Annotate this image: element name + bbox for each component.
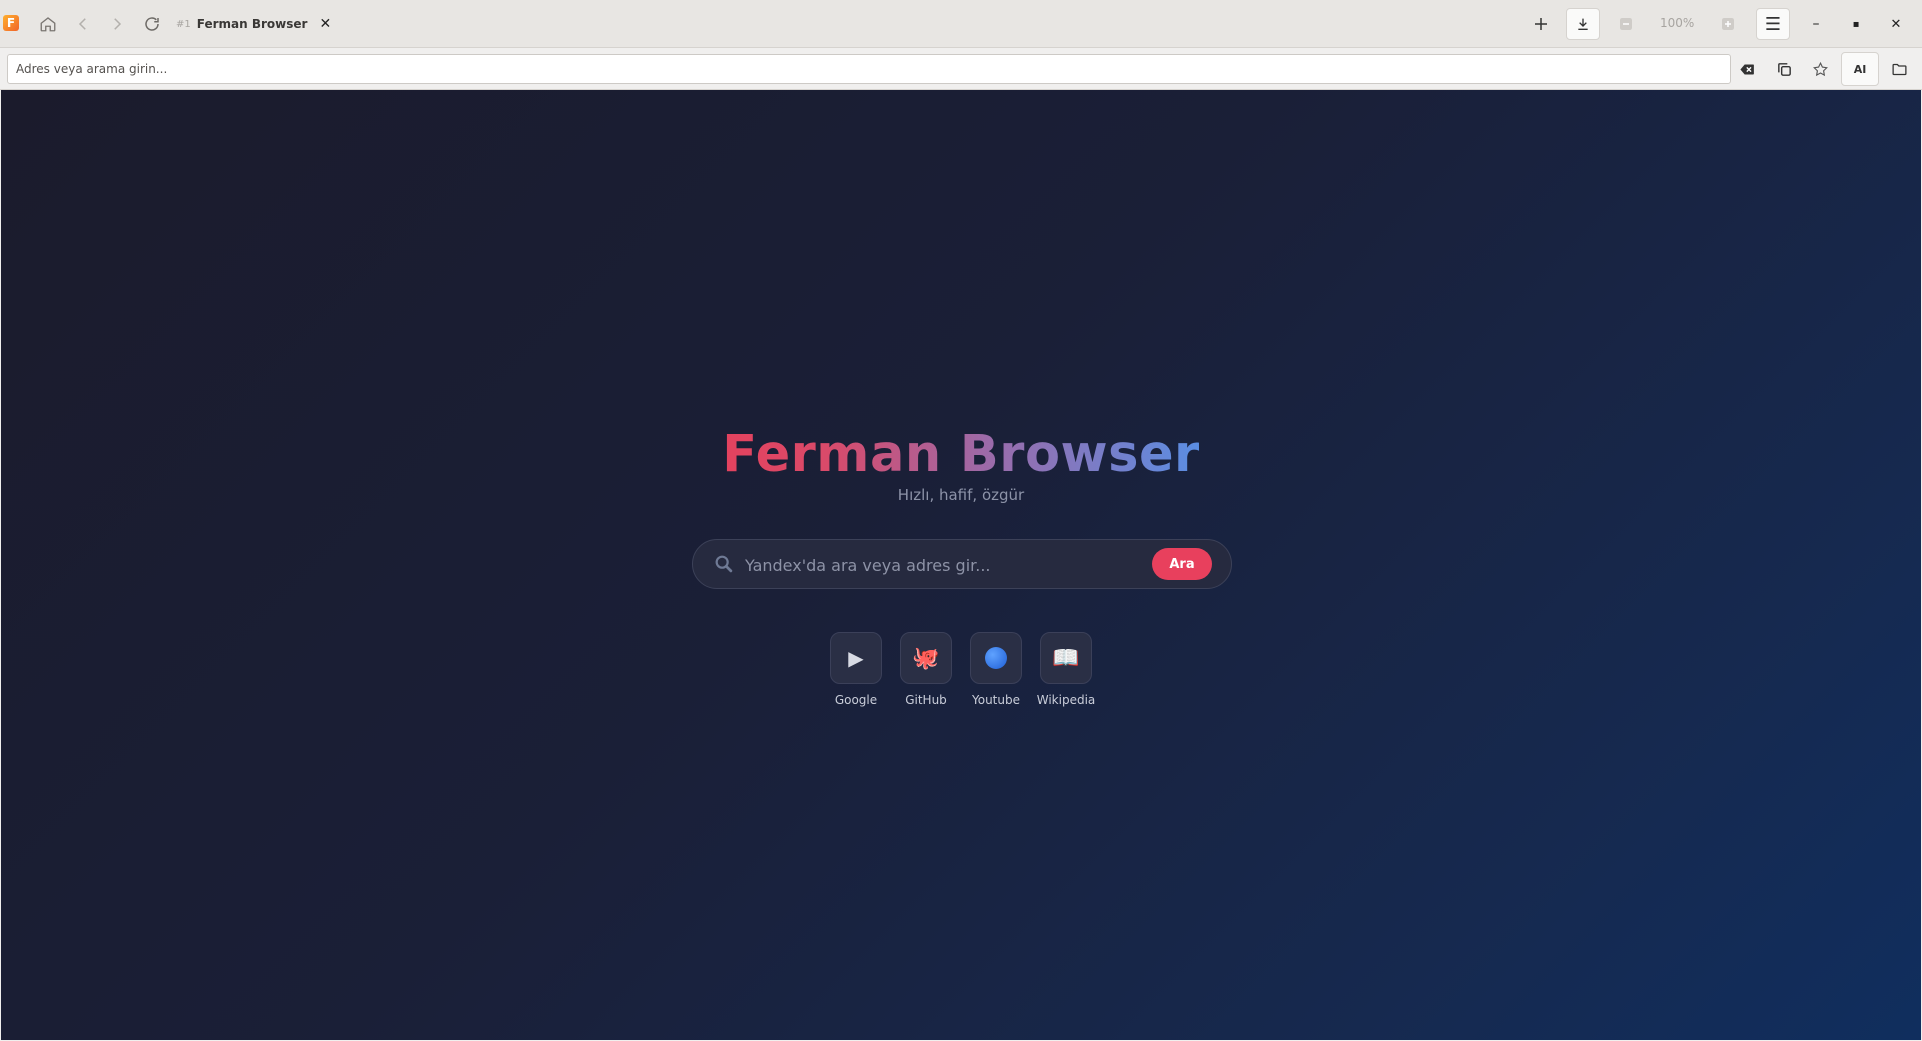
page-title: Ferman Browser (1, 425, 1921, 484)
search-icon (715, 555, 733, 573)
tab-title: Ferman Browser (196, 17, 308, 31)
zoom-out-button[interactable] (1612, 10, 1640, 38)
address-input[interactable] (7, 54, 1731, 84)
star-icon (1812, 61, 1828, 76)
quick-link-label: Google (834, 693, 878, 707)
copy-url-button[interactable] (1769, 54, 1799, 84)
quick-link-github[interactable]: 🐙 GitHub (891, 632, 961, 707)
plus-icon (1535, 18, 1547, 30)
zoom-in-icon (1722, 18, 1734, 30)
download-icon (1578, 18, 1588, 30)
page-subtitle: Hızlı, hafif, özgür (897, 486, 1025, 504)
bookmark-button[interactable] (1805, 54, 1835, 84)
start-page: Ferman Browser Hızlı, hafif, özgür Ara ▶… (1, 90, 1921, 1040)
quick-link-label: GitHub (905, 693, 947, 707)
book-icon: 📖 (1040, 632, 1092, 684)
downloads-button[interactable] (1566, 8, 1600, 40)
forward-button[interactable] (103, 10, 131, 38)
back-button[interactable] (69, 10, 97, 38)
open-folder-button[interactable] (1884, 54, 1914, 84)
search-input[interactable] (745, 550, 1135, 580)
minimize-button[interactable]: – (1802, 10, 1830, 38)
browser-window: F #1 Ferman Browser ✕ 100% ☰ – ▪ ✕ Adres… (0, 0, 1922, 1041)
new-tab-button[interactable] (1527, 10, 1555, 38)
play-icon: ▶ (830, 632, 882, 684)
maximize-button[interactable]: ▪ (1842, 10, 1870, 38)
quick-link-youtube[interactable]: 🔵 Youtube (961, 632, 1031, 707)
tab-index: #1 (176, 18, 191, 30)
zoom-in-button[interactable] (1714, 10, 1742, 38)
ai-button[interactable]: AI (1841, 52, 1879, 86)
chevron-right-icon (114, 18, 122, 30)
quick-link-wikipedia[interactable]: 📖 Wikipedia (1031, 632, 1101, 707)
maximize-icon: ▪ (1852, 18, 1860, 30)
address-row (0, 48, 1922, 90)
search-button[interactable]: Ara (1152, 548, 1212, 580)
home-button[interactable] (34, 10, 62, 38)
blue-circle-icon: 🔵 (970, 632, 1022, 684)
menu-button[interactable]: ☰ (1756, 8, 1790, 40)
reload-icon (145, 17, 159, 31)
app-logo-icon: F (3, 15, 19, 31)
quick-link-google[interactable]: ▶ Google (821, 632, 891, 707)
close-window-button[interactable]: ✕ (1882, 10, 1910, 38)
minimize-icon: – (1812, 16, 1820, 32)
title-bar: F #1 Ferman Browser ✕ 100% ☰ – ▪ ✕ (0, 0, 1922, 48)
home-icon (40, 17, 56, 32)
tab-close-icon[interactable]: ✕ (319, 16, 331, 32)
octopus-icon: 🐙 (900, 632, 952, 684)
close-icon: ✕ (1890, 16, 1902, 32)
hamburger-icon: ☰ (1764, 13, 1782, 35)
quick-link-label: Wikipedia (1036, 693, 1096, 707)
quick-link-label: Youtube (972, 693, 1020, 707)
tab-ferman-browser[interactable]: #1 Ferman Browser ✕ (176, 12, 331, 36)
reload-button[interactable] (138, 10, 166, 38)
zoom-out-icon (1620, 18, 1632, 30)
clear-address-button[interactable] (1732, 54, 1762, 84)
chevron-left-icon (78, 18, 86, 30)
page-title-text: Ferman Browser (722, 425, 1200, 484)
folder-icon (1891, 63, 1907, 75)
zoom-level: 100% (1660, 16, 1695, 30)
copy-icon (1777, 62, 1791, 76)
backspace-icon (1739, 64, 1754, 74)
search-box: Ara (692, 539, 1232, 589)
